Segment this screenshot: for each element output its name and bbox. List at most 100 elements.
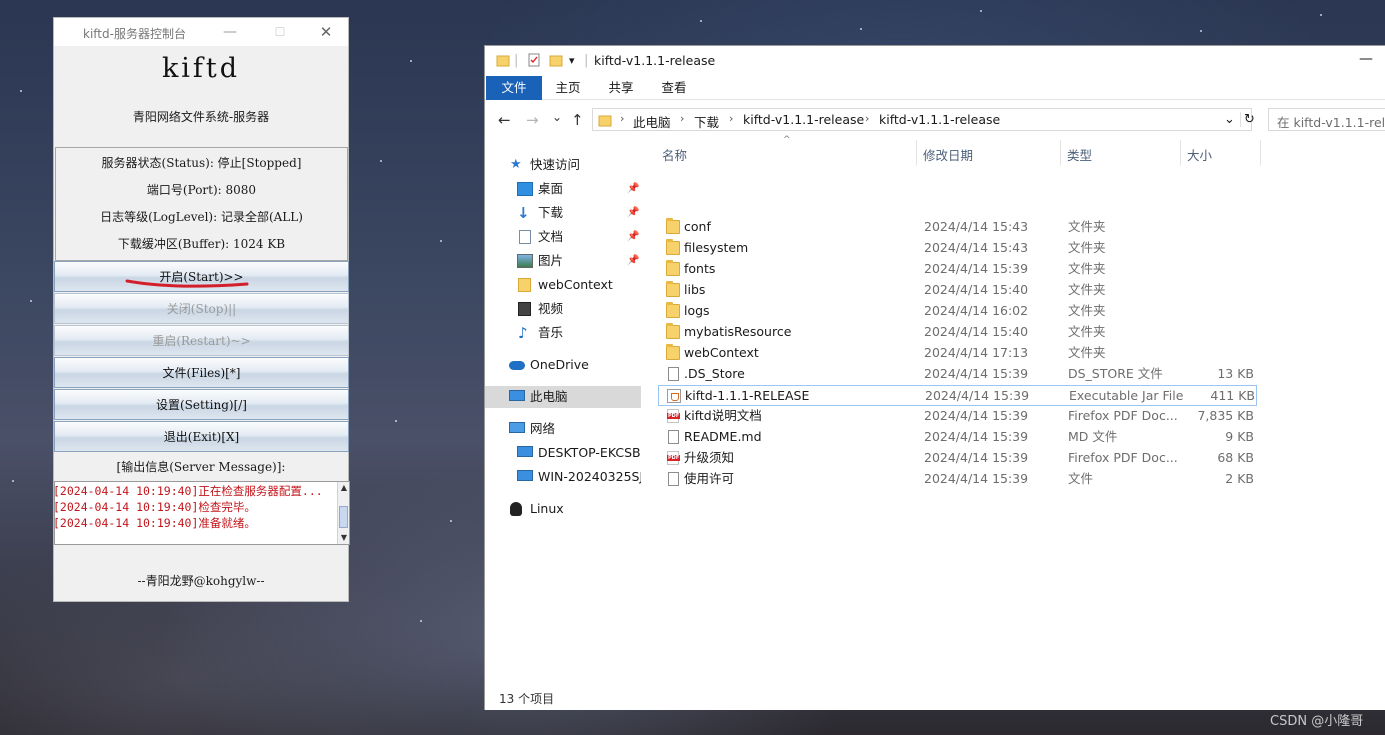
cloud-icon <box>509 361 525 370</box>
file-name: mybatisResource <box>684 324 792 339</box>
back-button[interactable]: ← <box>498 111 511 129</box>
file-type: Firefox PDF Doc... <box>1068 450 1178 465</box>
exit-button[interactable]: 退出(Exit)[X] <box>54 421 349 452</box>
file-modified: 2024/4/14 15:39 <box>924 408 1029 423</box>
kiftd-subtitle: 青阳网络文件系统-服务器 <box>132 110 270 124</box>
log-scrollbar[interactable]: ▲ ▼ <box>337 482 349 544</box>
breadcrumb-separator: › <box>865 112 870 125</box>
minimize-button[interactable]: — <box>220 22 240 42</box>
sidebar-item-pictures[interactable]: 图片 📌 <box>485 250 641 272</box>
server-message-log[interactable]: [2024-04-14 10:19:40]正在检查服务器配置... [2024-… <box>54 481 350 545</box>
refresh-icon[interactable]: ↻ <box>1240 112 1255 127</box>
file-name: README.md <box>684 429 762 444</box>
linux-icon <box>510 502 522 516</box>
column-header-type[interactable]: 类型 <box>1067 144 1092 168</box>
column-header-name[interactable]: 名称 <box>662 144 687 168</box>
file-size: 9 KB <box>1225 429 1254 444</box>
file-modified: 2024/4/14 15:40 <box>924 282 1029 297</box>
breadcrumb-downloads[interactable]: 下载 <box>694 112 719 131</box>
start-button[interactable]: 开启(Start)>> <box>54 261 349 292</box>
file-row[interactable]: fonts 2024/4/14 15:39 文件夹 <box>658 259 1257 280</box>
file-modified: 2024/4/14 15:39 <box>924 366 1029 381</box>
properties-icon[interactable] <box>527 53 541 72</box>
sidebar-label: 网络 <box>530 421 556 436</box>
file-row[interactable]: kiftd说明文档 2024/4/14 15:39 Firefox PDF Doc.… <box>658 406 1257 427</box>
column-header-modified[interactable]: 修改日期 <box>923 144 973 168</box>
file-row[interactable]: libs 2024/4/14 15:40 文件夹 <box>658 280 1257 301</box>
address-dropdown-icon[interactable]: ⌄ <box>1224 112 1235 127</box>
sidebar-item-videos[interactable]: 视频 <box>485 298 641 320</box>
restart-button[interactable]: 重启(Restart)~> <box>54 325 349 356</box>
file-row[interactable]: mybatisResource 2024/4/14 15:40 文件夹 <box>658 322 1257 343</box>
server-status-panel: 服务器状态(Status): 停止[Stopped] 端口号(Port): 80… <box>55 147 348 261</box>
sidebar-item-this-pc[interactable]: 此电脑 <box>485 386 641 408</box>
scroll-thumb[interactable] <box>339 506 348 528</box>
scroll-up-icon[interactable]: ▲ <box>338 482 349 494</box>
log-line: [2024-04-14 10:19:40]正在检查服务器配置... <box>54 484 323 498</box>
file-row[interactable]: .DS_Store 2024/4/14 15:39 DS_STORE 文件 13 KB <box>658 364 1257 385</box>
tab-file[interactable]: 文件 <box>486 76 542 100</box>
kiftd-console-window: kiftd-服务器控制台 — ☐ ✕ kiftd 青阳网络文件系统-服务器 服务… <box>53 17 350 602</box>
tab-share[interactable]: 共享 <box>603 76 639 100</box>
new-folder-icon[interactable] <box>549 53 563 72</box>
setting-button[interactable]: 设置(Setting)[/] <box>54 389 349 420</box>
file-row[interactable]: 升级须知 2024/4/14 15:39 Firefox PDF Doc... 68 … <box>658 448 1257 469</box>
breadcrumb-separator: › <box>620 112 625 125</box>
sidebar-item-documents[interactable]: 文档 📌 <box>485 226 641 248</box>
column-divider[interactable] <box>916 140 917 166</box>
column-divider[interactable] <box>1060 140 1061 166</box>
folder-icon <box>666 218 680 234</box>
navigation-pane: ★ 快速访问 桌面 📌 ↓ 下载 📌 文档 📌 图片 📌 webContext <box>485 138 641 686</box>
log-line: [2024-04-14 10:19:40]准备就绪。 <box>54 516 256 530</box>
sidebar-item-desktop[interactable]: 桌面 📌 <box>485 178 641 200</box>
search-input[interactable]: 在 kiftd-v1.1.1-release <box>1268 108 1385 131</box>
forward-button[interactable]: → <box>526 111 539 129</box>
sidebar-item-linux[interactable]: Linux <box>485 498 641 520</box>
address-bar-row: ← → ⌄ ↑ › 此电脑 › 下载 › kiftd-v1.1.1-releas… <box>485 102 1385 138</box>
files-button[interactable]: 文件(Files)[*] <box>54 357 349 388</box>
buffer-text: 下载缓冲区(Buffer): 1024 KB <box>117 237 286 251</box>
file-row[interactable]: kiftd-1.1.1-RELEASE 2024/4/14 15:39 Execut… <box>658 385 1257 406</box>
sidebar-label: OneDrive <box>530 357 589 372</box>
sidebar-item-quick-access[interactable]: ★ 快速访问 <box>485 154 641 176</box>
file-type: MD 文件 <box>1068 429 1118 444</box>
column-header-size[interactable]: 大小 <box>1187 144 1212 168</box>
sidebar-item-desktop-ekcsbn[interactable]: DESKTOP-EKCSBN <box>485 442 641 464</box>
explorer-minimize-button[interactable]: — <box>1359 51 1373 67</box>
file-row[interactable]: logs 2024/4/14 16:02 文件夹 <box>658 301 1257 322</box>
tab-view[interactable]: 查看 <box>656 76 692 100</box>
column-divider[interactable] <box>1260 140 1261 166</box>
server-message-label: [输出信息(Server Message)]: <box>116 460 286 474</box>
recent-locations-button[interactable]: ⌄ <box>552 110 562 124</box>
pdf-icon <box>667 409 681 423</box>
videos-icon <box>518 302 531 316</box>
maximize-button[interactable]: ☐ <box>270 22 290 42</box>
folder-icon <box>496 53 510 72</box>
sidebar-item-network[interactable]: 网络 <box>485 418 641 440</box>
sidebar-item-downloads[interactable]: ↓ 下载 📌 <box>485 202 641 224</box>
file-name: fonts <box>684 261 716 276</box>
file-row[interactable]: 使用许可 2024/4/14 15:39 文件 2 KB <box>658 469 1257 490</box>
stop-button[interactable]: 关闭(Stop)|| <box>54 293 349 324</box>
close-button[interactable]: ✕ <box>316 22 336 42</box>
column-divider[interactable] <box>1180 140 1181 166</box>
scroll-down-icon[interactable]: ▼ <box>338 532 349 544</box>
file-row[interactable]: filesystem 2024/4/14 15:43 文件夹 <box>658 238 1257 259</box>
breadcrumb[interactable]: › 此电脑 › 下载 › kiftd-v1.1.1-release › kift… <box>592 108 1255 131</box>
quick-access-dropdown-icon[interactable]: ▾ <box>569 53 575 69</box>
watermark: CSDN @小隆哥 <box>1270 714 1364 729</box>
up-button[interactable]: ↑ <box>571 111 584 129</box>
breadcrumb-this-pc[interactable]: 此电脑 <box>633 112 671 131</box>
breadcrumb-kiftd-parent[interactable]: kiftd-v1.1.1-release <box>743 112 864 127</box>
file-row[interactable]: conf 2024/4/14 15:43 文件夹 <box>658 217 1257 238</box>
kiftd-footer: --青阳龙野@kohgylw-- <box>137 574 265 588</box>
file-row[interactable]: webContext 2024/4/14 17:13 文件夹 <box>658 343 1257 364</box>
file-type: 文件夹 <box>1068 261 1106 276</box>
sidebar-item-music[interactable]: ♪ 音乐 <box>485 322 641 344</box>
tab-home[interactable]: 主页 <box>550 76 586 100</box>
sidebar-item-webcontext[interactable]: webContext <box>485 274 641 296</box>
sidebar-item-win-20240325sjv[interactable]: WIN-20240325SJV <box>485 466 641 488</box>
sidebar-item-onedrive[interactable]: OneDrive <box>485 354 641 376</box>
breadcrumb-kiftd-current[interactable]: kiftd-v1.1.1-release <box>879 112 1000 127</box>
file-row[interactable]: README.md 2024/4/14 15:39 MD 文件 9 KB <box>658 427 1257 448</box>
